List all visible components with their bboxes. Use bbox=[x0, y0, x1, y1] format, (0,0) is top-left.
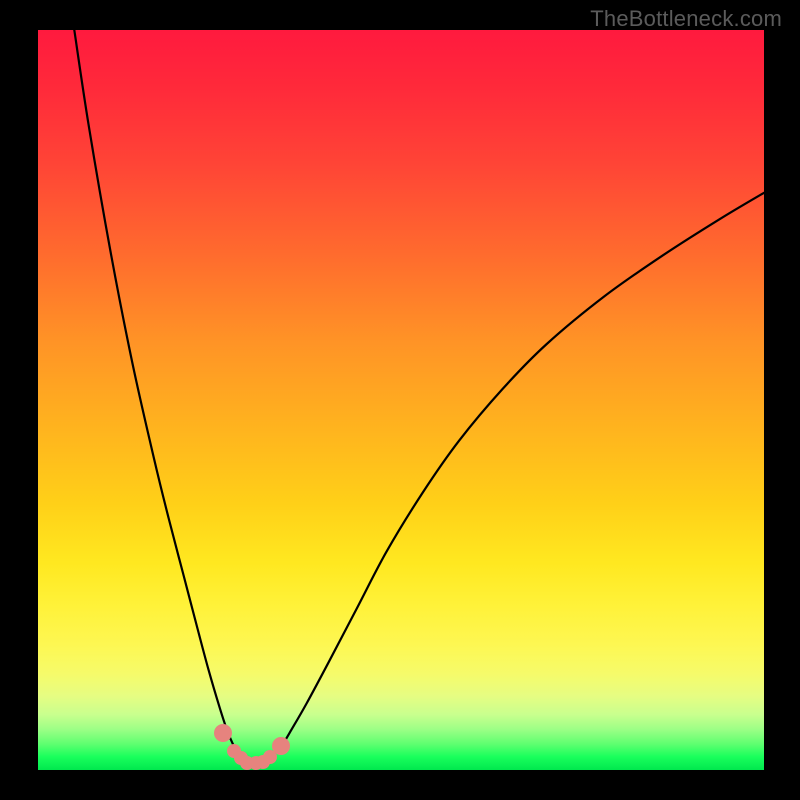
marker-dot bbox=[272, 737, 290, 755]
plot-area bbox=[38, 30, 764, 770]
chart-container: TheBottleneck.com bbox=[0, 0, 800, 800]
watermark-text: TheBottleneck.com bbox=[590, 6, 782, 32]
marker-layer bbox=[38, 30, 764, 770]
marker-dot bbox=[214, 724, 232, 742]
